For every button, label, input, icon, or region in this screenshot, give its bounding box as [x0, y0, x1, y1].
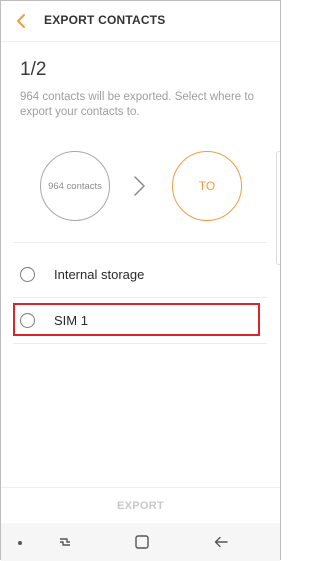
chevron-right-icon	[134, 176, 145, 196]
export-button-label: EXPORT	[116, 500, 165, 512]
export-button[interactable]: EXPORT	[1, 487, 280, 524]
option-label: Internal storage	[54, 266, 145, 282]
recents-icon[interactable]	[56, 533, 74, 551]
option-sim-1[interactable]: SIM 1	[13, 299, 267, 341]
source-circle: 964 contacts	[40, 151, 110, 221]
divider	[13, 242, 267, 243]
header-divider	[1, 41, 280, 42]
option-internal-storage[interactable]: Internal storage	[13, 253, 267, 295]
back-icon[interactable]	[212, 533, 230, 551]
app-header: EXPORT CONTACTS	[1, 1, 280, 41]
home-icon[interactable]	[133, 533, 151, 551]
export-description: 964 contacts will be exported. Select wh…	[20, 91, 254, 118]
step-indicator: 1/2	[20, 59, 47, 80]
source-label: 964 contacts	[48, 180, 102, 192]
page-title: EXPORT CONTACTS	[44, 13, 166, 27]
destination-label: TO	[198, 179, 216, 193]
system-navigation-bar	[1, 523, 280, 561]
divider	[13, 297, 267, 298]
radio-button[interactable]	[20, 266, 35, 282]
destination-circle: TO	[172, 151, 242, 221]
radio-button[interactable]	[20, 312, 35, 328]
dot-icon	[18, 541, 22, 545]
divider	[13, 343, 267, 344]
scroll-indicator	[276, 151, 280, 265]
option-label: SIM 1	[54, 312, 88, 328]
back-arrow-icon[interactable]	[15, 13, 27, 29]
